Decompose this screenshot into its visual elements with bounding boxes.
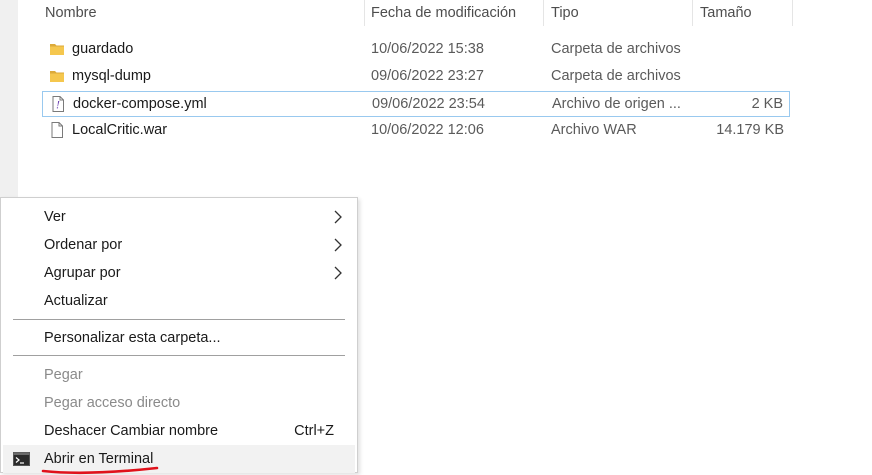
menu-item-open-terminal[interactable]: Abrir en Terminal xyxy=(3,445,355,474)
menu-item-view[interactable]: Ver xyxy=(3,203,355,231)
shortcut-label: Ctrl+Z xyxy=(294,423,334,439)
file-size: 2 KB xyxy=(751,96,783,112)
yml-file-icon: ! xyxy=(52,96,64,112)
menu-separator xyxy=(13,355,345,356)
menu-item-undo-rename[interactable]: Deshacer Cambiar nombre Ctrl+Z xyxy=(3,417,355,445)
file-row-docker-compose[interactable]: ! docker-compose.yml 09/06/2022 23:54 Ar… xyxy=(42,91,790,117)
chevron-right-icon xyxy=(334,210,342,224)
terminal-icon xyxy=(13,452,30,466)
file-type: Carpeta de archivos xyxy=(551,68,681,84)
column-header-size[interactable]: Tamaño xyxy=(693,0,793,26)
file-type: Archivo WAR xyxy=(551,122,637,138)
menu-item-paste: Pegar xyxy=(44,367,83,383)
menu-separator xyxy=(13,319,345,320)
column-header-bar: Nombre Fecha de modificación Tipo Tamaño xyxy=(38,0,798,28)
chevron-right-icon xyxy=(334,266,342,280)
context-menu: Ver Ordenar por Agrupar por Actualizar P… xyxy=(0,197,358,474)
column-header-name[interactable]: Nombre xyxy=(38,0,365,26)
file-name: LocalCritic.war xyxy=(72,122,168,138)
folder-icon xyxy=(50,44,64,55)
red-underline-annotation xyxy=(41,466,159,474)
file-size: 14.179 KB xyxy=(716,122,784,138)
file-type: Archivo de origen ... xyxy=(552,96,681,112)
file-name: docker-compose.yml xyxy=(73,96,207,112)
file-icon xyxy=(51,122,63,138)
chevron-right-icon xyxy=(334,238,342,252)
file-date: 09/06/2022 23:27 xyxy=(371,68,484,84)
column-header-date[interactable]: Fecha de modificación xyxy=(364,0,544,26)
menu-item-refresh[interactable]: Actualizar xyxy=(3,287,355,315)
file-date: 09/06/2022 23:54 xyxy=(372,96,485,112)
svg-text:!: ! xyxy=(56,101,60,112)
file-date: 10/06/2022 12:06 xyxy=(371,122,484,138)
file-name: mysql-dump xyxy=(72,68,151,84)
file-name: guardado xyxy=(72,41,134,57)
menu-item-paste-shortcut: Pegar acceso directo xyxy=(44,395,181,411)
file-row-guardado[interactable]: guardado 10/06/2022 15:38 Carpeta de arc… xyxy=(42,37,790,63)
file-row-localcritic-war[interactable]: LocalCritic.war 10/06/2022 12:06 Archivo… xyxy=(42,118,790,144)
file-date: 10/06/2022 15:38 xyxy=(371,41,484,57)
file-type: Carpeta de archivos xyxy=(551,41,681,57)
file-row-mysql-dump[interactable]: mysql-dump 09/06/2022 23:27 Carpeta de a… xyxy=(42,64,790,90)
menu-item-sort-by[interactable]: Ordenar por xyxy=(3,231,355,259)
menu-item-customize-folder[interactable]: Personalizar esta carpeta... xyxy=(3,324,355,352)
menu-item-group-by[interactable]: Agrupar por xyxy=(3,259,355,287)
folder-icon xyxy=(50,71,64,82)
column-header-type[interactable]: Tipo xyxy=(544,0,693,26)
